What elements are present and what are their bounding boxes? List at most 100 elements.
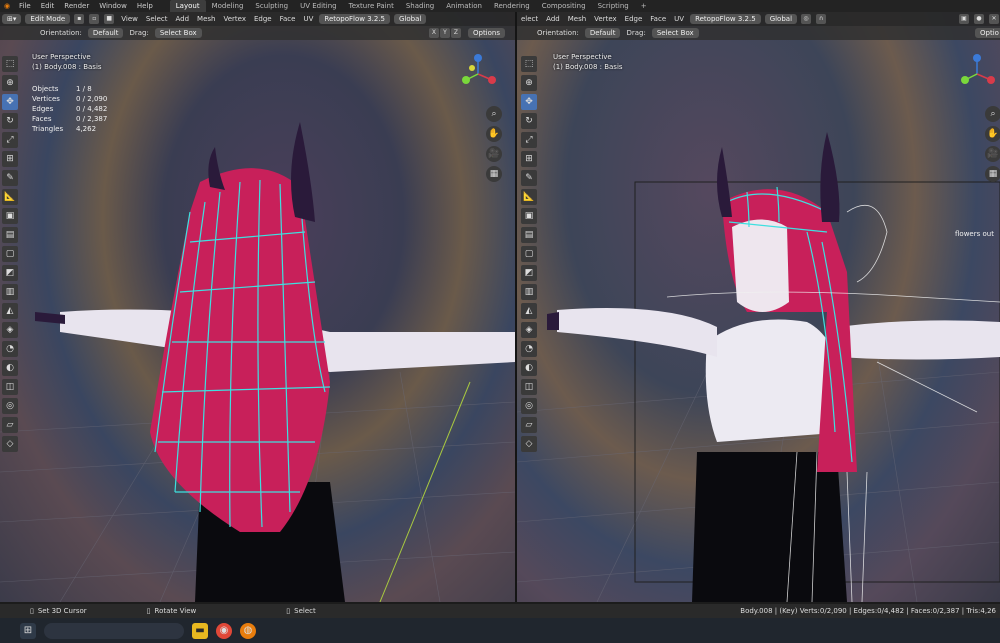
- menu-select[interactable]: elect: [519, 15, 540, 23]
- poly-build-tool-icon[interactable]: ◈: [521, 322, 537, 338]
- pan-hand-icon[interactable]: ✋: [486, 126, 502, 142]
- menu-add[interactable]: Add: [173, 15, 191, 23]
- menu-vertex[interactable]: Vertex: [221, 15, 248, 23]
- pan-hand-icon[interactable]: ✋: [985, 126, 1000, 142]
- rip-tool-icon[interactable]: ◇: [521, 436, 537, 452]
- menu-mesh[interactable]: Mesh: [195, 15, 217, 23]
- mode-dropdown[interactable]: Edit Mode: [25, 14, 71, 24]
- workspace-tab-layout[interactable]: Layout: [169, 0, 206, 12]
- menu-window[interactable]: Window: [94, 2, 132, 10]
- smooth-tool-icon[interactable]: ◐: [2, 360, 18, 376]
- drag-dropdown[interactable]: Select Box: [154, 28, 202, 38]
- inset-tool-icon[interactable]: ▢: [2, 246, 18, 262]
- options-dropdown[interactable]: Options: [467, 28, 505, 38]
- poly-build-tool-icon[interactable]: ◈: [2, 322, 18, 338]
- add-cube-tool-icon[interactable]: ▣: [2, 208, 18, 224]
- extrude-tool-icon[interactable]: ▤: [2, 227, 18, 243]
- file-explorer-icon[interactable]: ▬: [192, 622, 208, 639]
- bevel-tool-icon[interactable]: ◩: [2, 265, 18, 281]
- measure-tool-icon[interactable]: 📐: [521, 189, 537, 205]
- menu-face[interactable]: Face: [278, 15, 298, 23]
- edge-slide-tool-icon[interactable]: ◫: [2, 379, 18, 395]
- menu-select[interactable]: Select: [144, 15, 170, 23]
- menu-file[interactable]: File: [14, 2, 36, 10]
- workspace-tab-texture-paint[interactable]: Texture Paint: [343, 0, 400, 12]
- navigation-gizmo[interactable]: [955, 52, 999, 96]
- shear-tool-icon[interactable]: ▱: [2, 417, 18, 433]
- workspace-tab-uv-editing[interactable]: UV Editing: [294, 0, 343, 12]
- menu-help[interactable]: Help: [132, 2, 158, 10]
- cursor-tool-icon[interactable]: ⊕: [521, 75, 537, 91]
- spin-tool-icon[interactable]: ◔: [521, 341, 537, 357]
- vertex-select-icon[interactable]: ▪: [74, 14, 85, 24]
- zoom-icon[interactable]: ⌕: [486, 106, 502, 122]
- scale-tool-icon[interactable]: ⤢: [2, 132, 18, 148]
- orientation-dropdown[interactable]: Default: [584, 28, 621, 38]
- workspace-tab-sculpting[interactable]: Sculpting: [249, 0, 294, 12]
- xray-toggle-icon[interactable]: ▣: [959, 14, 969, 24]
- menu-add[interactable]: Add: [544, 15, 562, 23]
- transform-tool-icon[interactable]: ⊞: [2, 151, 18, 167]
- workspace-tab-rendering[interactable]: Rendering: [488, 0, 536, 12]
- options-dropdown[interactable]: Optio: [975, 28, 1000, 38]
- annotate-tool-icon[interactable]: ✎: [521, 170, 537, 186]
- perspective-toggle-icon[interactable]: ▦: [486, 166, 502, 182]
- shading-solid-icon[interactable]: ●: [974, 14, 984, 24]
- axis-gizmo-icon[interactable]: [955, 52, 999, 96]
- drag-dropdown[interactable]: Select Box: [651, 28, 699, 38]
- add-cube-tool-icon[interactable]: ▣: [521, 208, 537, 224]
- inset-tool-icon[interactable]: ▢: [521, 246, 537, 262]
- move-tool-icon[interactable]: ✥: [2, 94, 18, 110]
- menu-face[interactable]: Face: [648, 15, 668, 23]
- select-box-tool-icon[interactable]: ⬚: [521, 56, 537, 72]
- left-3d-viewport[interactable]: ⊞▾ Edit Mode ▪ ▫ ■ View Select Add Mesh …: [0, 12, 515, 602]
- menu-view[interactable]: View: [119, 15, 140, 23]
- menu-uv[interactable]: UV: [301, 15, 315, 23]
- camera-view-icon[interactable]: 🎥: [985, 146, 1000, 162]
- spin-tool-icon[interactable]: ◔: [2, 341, 18, 357]
- proportional-edit-icon[interactable]: ◎: [801, 14, 812, 24]
- taskbar-search-box[interactable]: [44, 622, 184, 639]
- shrink-tool-icon[interactable]: ◎: [521, 398, 537, 414]
- measure-tool-icon[interactable]: 📐: [2, 189, 18, 205]
- workspace-tab-compositing[interactable]: Compositing: [536, 0, 592, 12]
- transform-orientation-dropdown[interactable]: Global: [394, 14, 427, 24]
- shrink-tool-icon[interactable]: ◎: [2, 398, 18, 414]
- face-select-icon[interactable]: ■: [104, 14, 115, 24]
- snap-icon[interactable]: ∩: [816, 14, 827, 24]
- shear-tool-icon[interactable]: ▱: [521, 417, 537, 433]
- scale-tool-icon[interactable]: ⤢: [521, 132, 537, 148]
- mirror-z-button[interactable]: Z: [450, 28, 461, 38]
- navigation-gizmo[interactable]: [456, 52, 500, 96]
- start-icon[interactable]: ⊞: [20, 622, 36, 639]
- mirror-x-button[interactable]: X: [428, 28, 439, 38]
- menu-vertex[interactable]: Vertex: [592, 15, 619, 23]
- workspace-tab-shading[interactable]: Shading: [400, 0, 440, 12]
- close-icon[interactable]: ✕: [989, 14, 999, 24]
- zoom-icon[interactable]: ⌕: [985, 106, 1000, 122]
- smooth-tool-icon[interactable]: ◐: [521, 360, 537, 376]
- workspace-tab-animation[interactable]: Animation: [440, 0, 488, 12]
- select-box-tool-icon[interactable]: ⬚: [2, 56, 18, 72]
- perspective-toggle-icon[interactable]: ▦: [985, 166, 1000, 182]
- rotate-tool-icon[interactable]: ↻: [2, 113, 18, 129]
- retopoflow-dropdown[interactable]: RetopoFlow 3.2.5: [319, 14, 391, 24]
- menu-edge[interactable]: Edge: [252, 15, 274, 23]
- right-3d-viewport[interactable]: elect Add Mesh Vertex Edge Face UV Retop…: [517, 12, 1000, 602]
- workspace-tab-modeling[interactable]: Modeling: [206, 0, 250, 12]
- transform-tool-icon[interactable]: ⊞: [521, 151, 537, 167]
- loop-cut-tool-icon[interactable]: ▥: [521, 284, 537, 300]
- cursor-tool-icon[interactable]: ⊕: [2, 75, 18, 91]
- rip-tool-icon[interactable]: ◇: [2, 436, 18, 452]
- retopoflow-dropdown[interactable]: RetopoFlow 3.2.5: [690, 14, 761, 24]
- orientation-dropdown[interactable]: Default: [87, 28, 124, 38]
- add-workspace-button[interactable]: +: [635, 0, 653, 12]
- camera-view-icon[interactable]: 🎥: [486, 146, 502, 162]
- extrude-tool-icon[interactable]: ▤: [521, 227, 537, 243]
- blender-taskbar-icon[interactable]: ◍: [240, 622, 256, 639]
- transform-orientation-dropdown[interactable]: Global: [764, 14, 798, 24]
- knife-tool-icon[interactable]: ◭: [521, 303, 537, 319]
- knife-tool-icon[interactable]: ◭: [2, 303, 18, 319]
- menu-mesh[interactable]: Mesh: [566, 15, 588, 23]
- axis-gizmo-icon[interactable]: [456, 52, 500, 96]
